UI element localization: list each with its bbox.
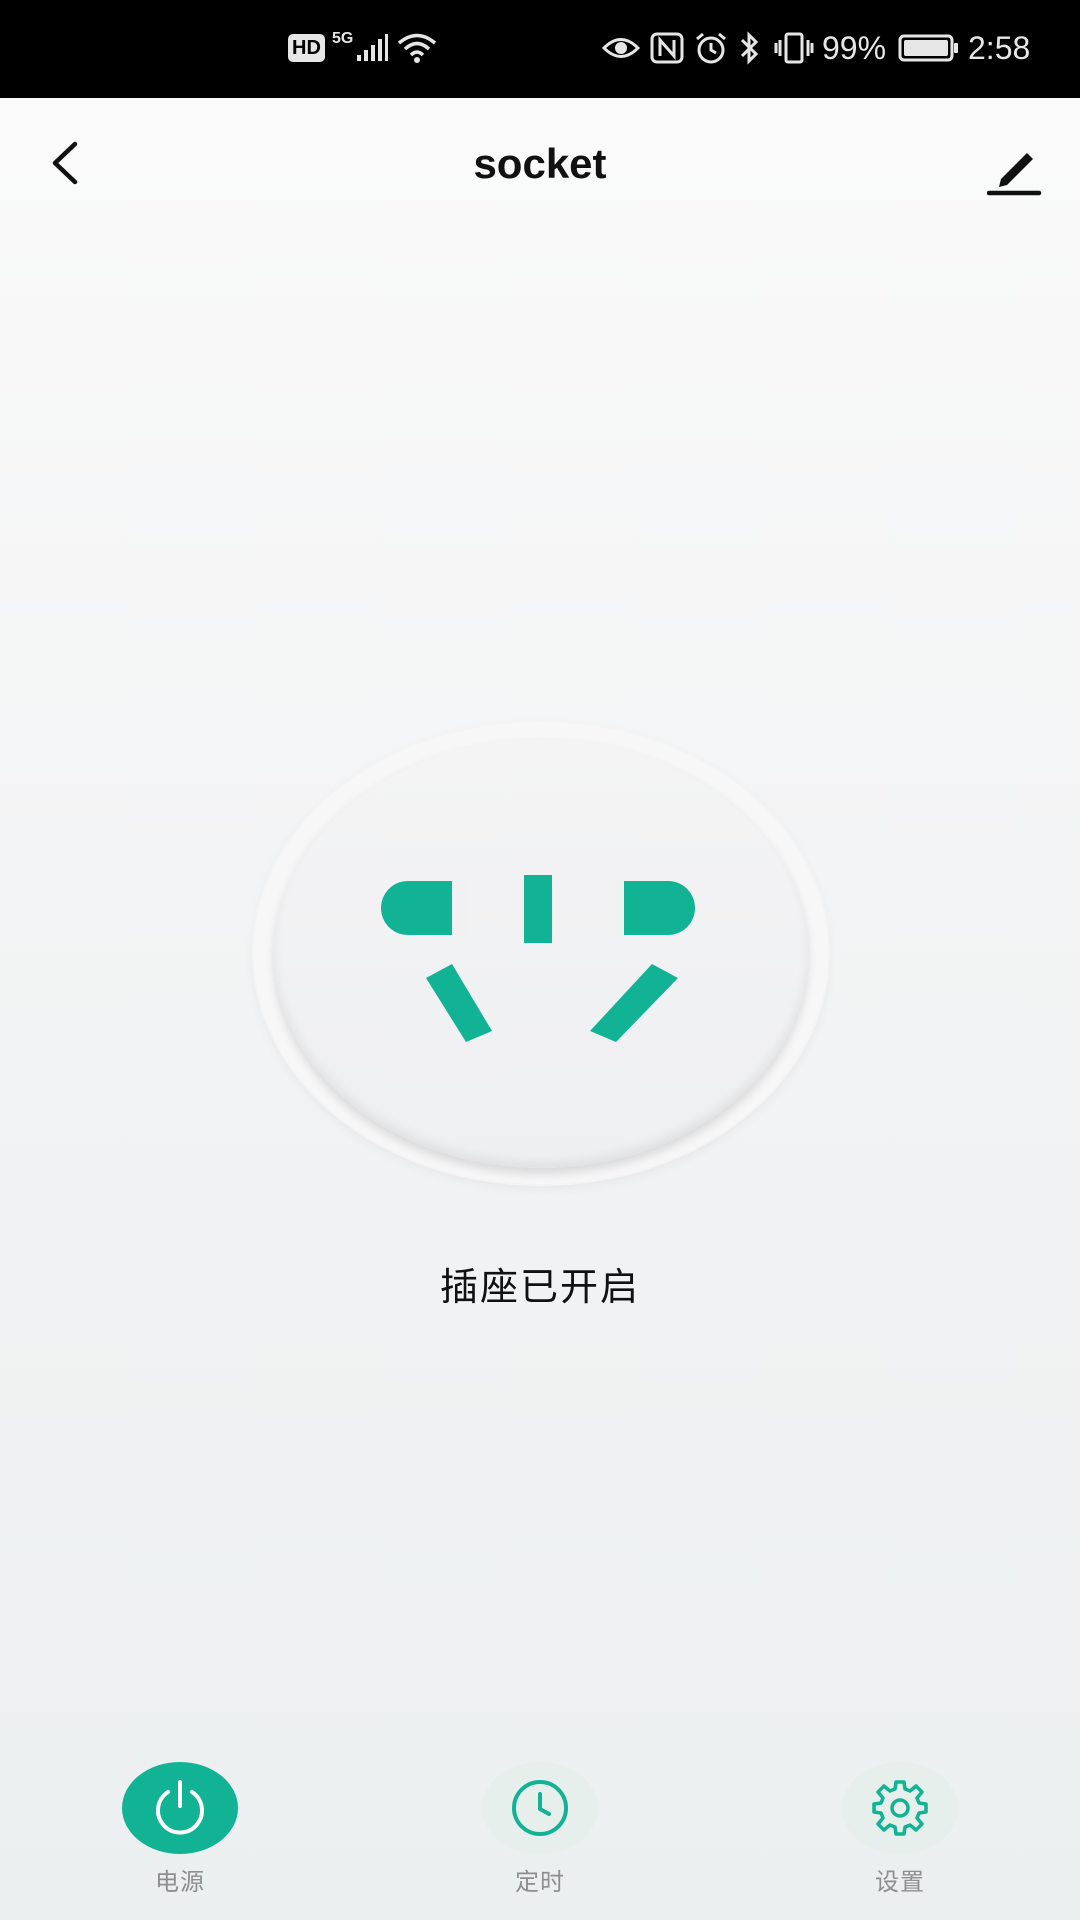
power-button-circle bbox=[122, 1762, 238, 1854]
gear-icon bbox=[872, 1780, 928, 1836]
nav-settings[interactable]: 设置 bbox=[820, 1762, 980, 1902]
nav-power-label: 电源 bbox=[155, 1868, 205, 1896]
clock-time: 2:58 bbox=[968, 30, 1031, 66]
vibrate-icon bbox=[774, 30, 814, 66]
pencil-icon bbox=[987, 153, 1042, 196]
nav-timer-label: 定时 bbox=[515, 1868, 565, 1896]
wifi-icon bbox=[396, 30, 438, 66]
nav-timer[interactable]: 定时 bbox=[460, 1762, 620, 1902]
app-header: socket bbox=[0, 98, 1080, 238]
cellular-signal-icon: 5G bbox=[332, 30, 389, 66]
page-title: socket bbox=[473, 140, 607, 187]
battery-icon bbox=[898, 30, 960, 66]
timer-button-circle bbox=[482, 1762, 598, 1854]
socket-power-toggle[interactable] bbox=[254, 722, 828, 1184]
nav-settings-label: 设置 bbox=[875, 1868, 925, 1896]
nav-power[interactable]: 电源 bbox=[100, 1762, 260, 1902]
eye-icon bbox=[602, 30, 640, 66]
hd-label: HD bbox=[292, 36, 321, 59]
bluetooth-icon bbox=[738, 30, 760, 66]
hd-icon: HD bbox=[288, 30, 325, 66]
network-type-label: 5G bbox=[332, 30, 354, 47]
settings-button-circle bbox=[842, 1762, 958, 1854]
edit-button[interactable] bbox=[980, 136, 1050, 206]
status-bar: HD 5G 99% 2:58 bbox=[0, 0, 1080, 98]
battery-percent: 99% bbox=[822, 30, 887, 66]
nfc-icon bbox=[650, 30, 684, 66]
alarm-icon bbox=[694, 30, 728, 66]
clock-icon bbox=[512, 1780, 568, 1836]
socket-outlet-icon bbox=[381, 875, 695, 1042]
power-icon bbox=[156, 1780, 204, 1835]
socket-status-text: 插座已开启 bbox=[439, 1265, 640, 1309]
